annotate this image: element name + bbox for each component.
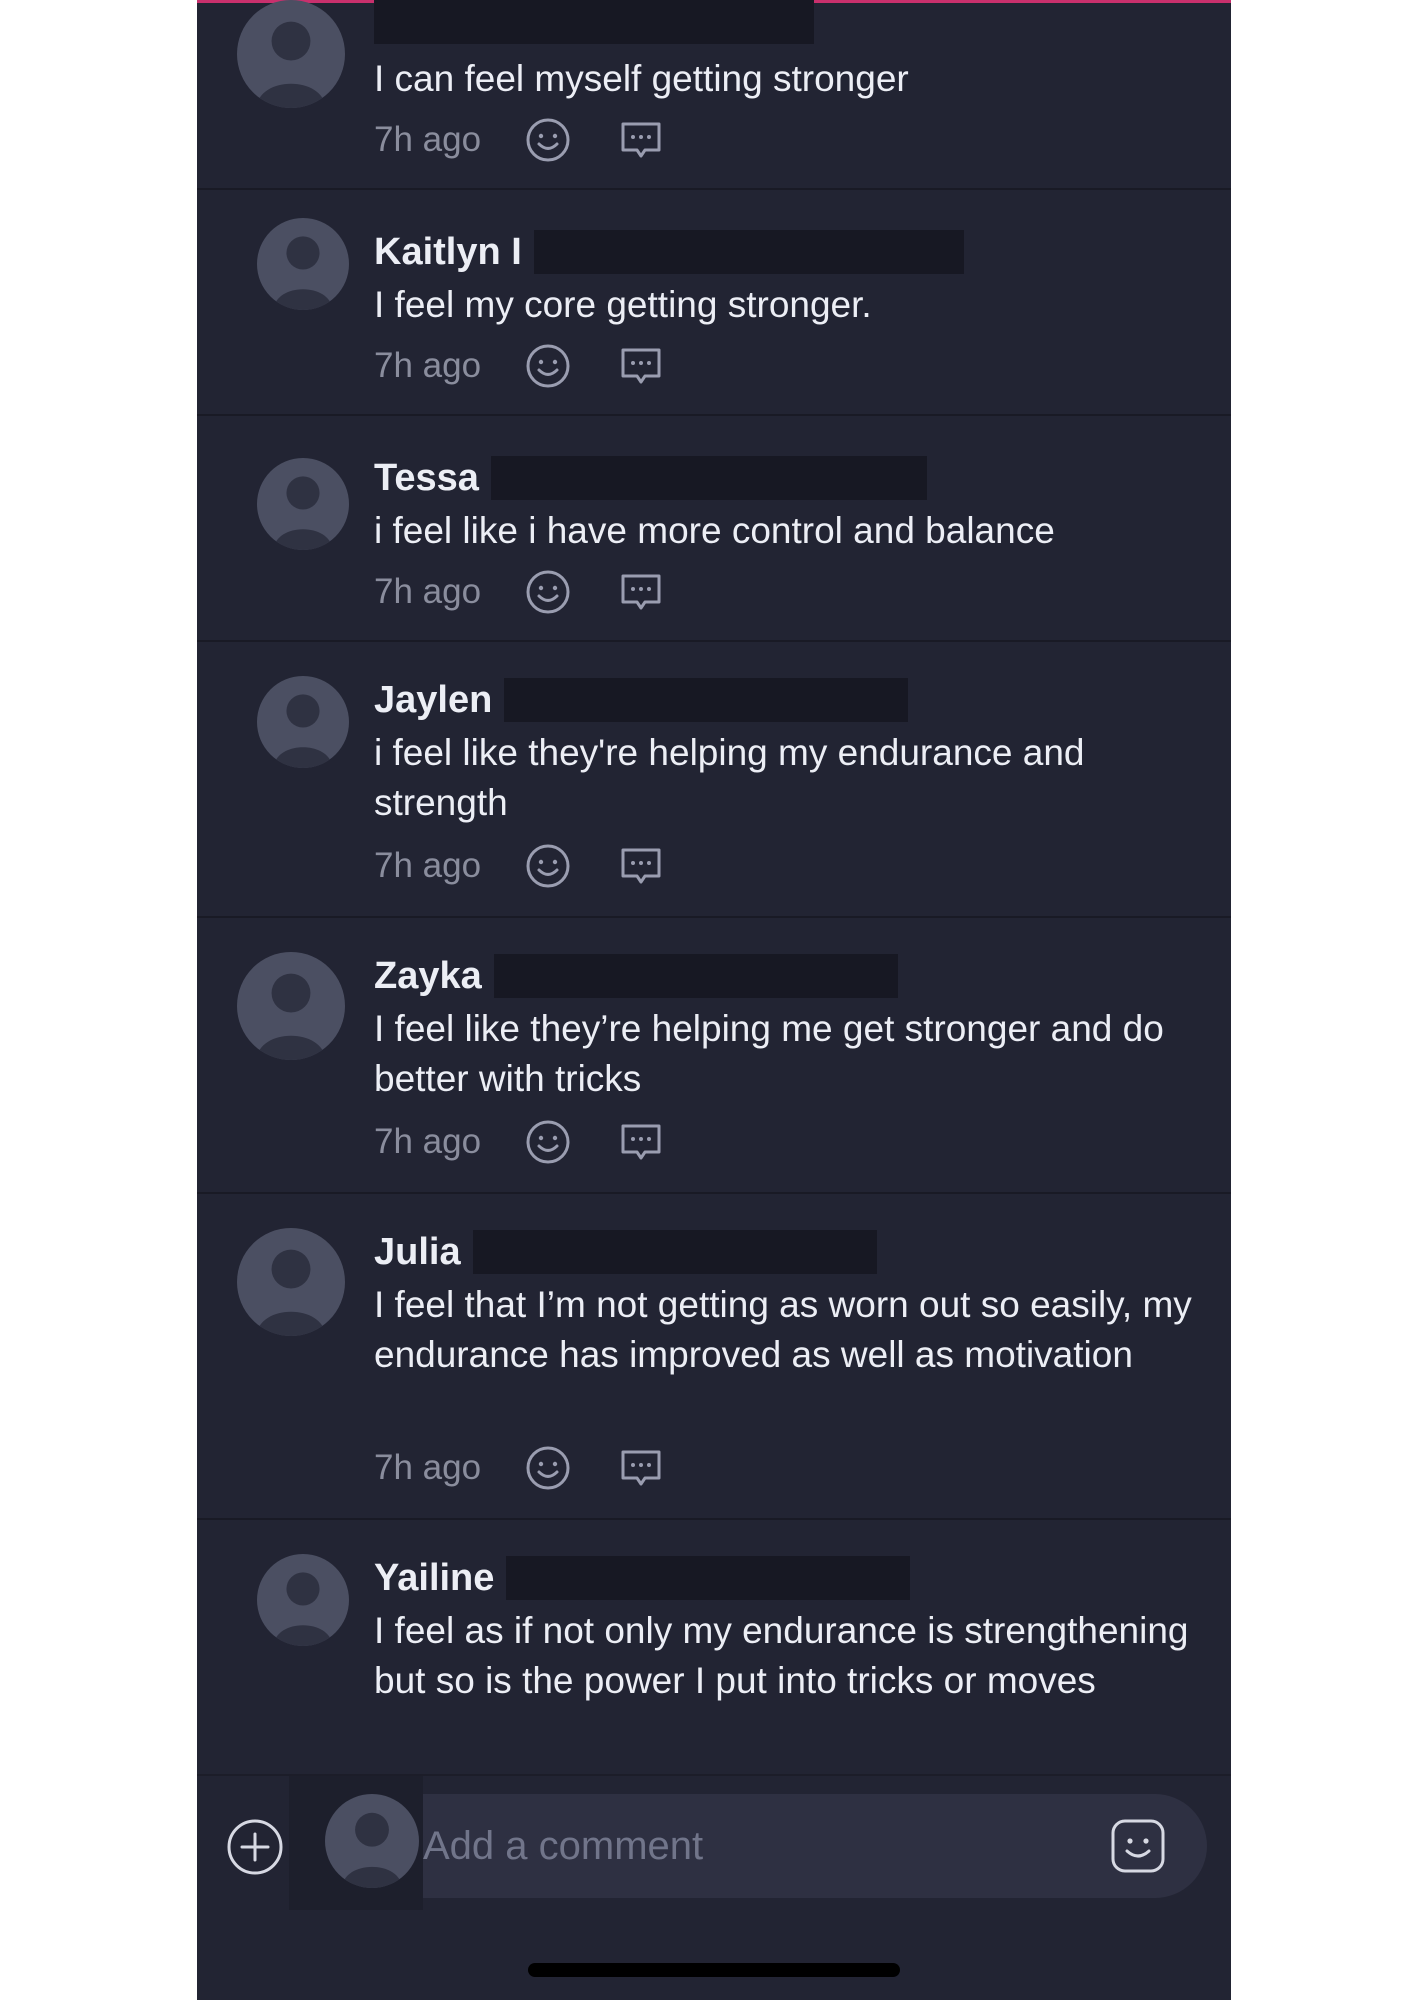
comment-time: 7h ago — [374, 346, 482, 385]
smiley-icon[interactable] — [524, 842, 572, 890]
avatar[interactable] — [257, 676, 349, 768]
default-avatar-icon — [273, 476, 333, 550]
redacted-username — [506, 1556, 911, 1600]
redacted-username — [493, 954, 898, 998]
smiley-icon[interactable] — [524, 1444, 572, 1492]
comment-time: 7h ago — [374, 1448, 482, 1487]
comment-item: Zayka I feel like they’re helping me get… — [197, 918, 1231, 1194]
default-avatar-icon — [256, 21, 326, 108]
redacted-username — [490, 456, 927, 500]
comment-author[interactable]: Jaylen — [374, 679, 492, 722]
comment-text: I feel my core getting stronger. — [374, 284, 872, 325]
smiley-icon[interactable] — [524, 1118, 572, 1166]
comment-item: Julia I feel that I’m not getting as wor… — [197, 1194, 1231, 1520]
speech-bubble-icon[interactable] — [617, 842, 665, 890]
comment-author[interactable]: Zayka — [374, 955, 482, 998]
comment-author-row — [374, 0, 814, 44]
comment-composer — [197, 1774, 1231, 2000]
comment-time: 7h ago — [374, 846, 482, 885]
comment-meta: 7h ago — [374, 1444, 665, 1492]
comment-meta: 7h ago — [374, 568, 665, 616]
comment-author[interactable]: Kaitlyn I — [374, 231, 522, 274]
comment-time: 7h ago — [374, 120, 482, 159]
comment-author-row: Zayka — [374, 954, 898, 998]
emoji-icon[interactable] — [1109, 1817, 1167, 1875]
default-avatar-icon — [341, 1812, 403, 1888]
comment-text: I can feel myself getting stronger — [374, 58, 909, 99]
smiley-icon[interactable] — [524, 116, 572, 164]
avatar[interactable] — [257, 458, 349, 550]
comment-text: I feel like they’re helping me get stron… — [374, 1008, 1164, 1099]
speech-bubble-icon[interactable] — [617, 1444, 665, 1492]
redacted-username — [374, 0, 814, 44]
comment-item: Jaylen i feel like they're helping my en… — [197, 642, 1231, 918]
default-avatar-icon — [273, 1572, 333, 1646]
avatar[interactable] — [237, 0, 345, 108]
comments-screen: I can feel myself getting stronger 7h ag… — [197, 0, 1231, 2000]
comment-meta: 7h ago — [374, 1118, 665, 1166]
speech-bubble-icon[interactable] — [617, 116, 665, 164]
comment-item: Tessa i feel like i have more control an… — [197, 416, 1231, 642]
comment-author-row: Jaylen — [374, 678, 909, 722]
comment-input[interactable] — [423, 1794, 1207, 1898]
comment-text: i feel like they're helping my endurance… — [374, 732, 1085, 823]
speech-bubble-icon[interactable] — [617, 1118, 665, 1166]
avatar[interactable] — [257, 1554, 349, 1646]
comment-time: 7h ago — [374, 572, 482, 611]
comment-author[interactable]: Yailine — [374, 1557, 494, 1600]
default-avatar-icon — [273, 236, 333, 310]
comment-author[interactable]: Tessa — [374, 457, 479, 500]
comment-item: Kaitlyn I I feel my core getting stronge… — [197, 190, 1231, 416]
default-avatar-icon — [256, 973, 326, 1060]
default-avatar-icon — [273, 694, 333, 768]
speech-bubble-icon[interactable] — [617, 342, 665, 390]
avatar[interactable] — [237, 1228, 345, 1336]
comment-text: I feel that I’m not getting as worn out … — [374, 1284, 1192, 1375]
smiley-icon[interactable] — [524, 342, 572, 390]
comment-author-row: Julia — [374, 1230, 877, 1274]
home-indicator[interactable] — [528, 1963, 900, 1977]
comment-item: I can feel myself getting stronger 7h ag… — [197, 0, 1231, 190]
redacted-username — [504, 678, 909, 722]
comment-text: i feel like i have more control and bala… — [374, 510, 1055, 551]
plus-circle-icon[interactable] — [225, 1817, 285, 1877]
speech-bubble-icon[interactable] — [617, 568, 665, 616]
default-avatar-icon — [256, 1249, 326, 1336]
avatar[interactable] — [325, 1794, 419, 1888]
comment-time: 7h ago — [374, 1122, 482, 1161]
avatar[interactable] — [237, 952, 345, 1060]
comment-meta: 7h ago — [374, 842, 665, 890]
avatar[interactable] — [257, 218, 349, 310]
comment-item: Yailine I feel as if not only my enduran… — [197, 1520, 1231, 1780]
comment-author-row: Tessa — [374, 456, 927, 500]
comment-author-row: Yailine — [374, 1556, 911, 1600]
redacted-username — [533, 230, 964, 274]
comment-text: I feel as if not only my endurance is st… — [374, 1610, 1189, 1701]
comment-meta: 7h ago — [374, 342, 665, 390]
comment-meta: 7h ago — [374, 116, 665, 164]
smiley-icon[interactable] — [524, 568, 572, 616]
redacted-username — [472, 1230, 877, 1274]
comment-author-row: Kaitlyn I — [374, 230, 964, 274]
comment-author[interactable]: Julia — [374, 1231, 461, 1274]
